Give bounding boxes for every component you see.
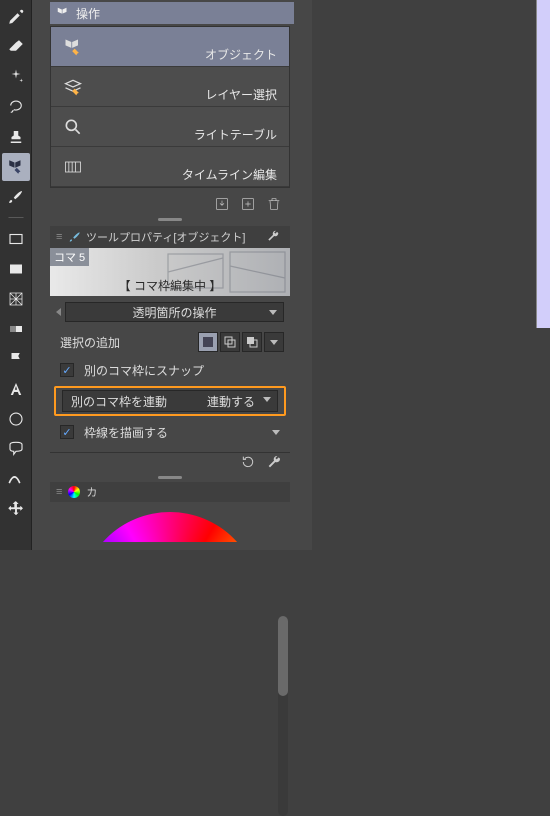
operation-icon	[56, 6, 70, 20]
tool-property-title: ツールプロパティ[オブジェクト]	[86, 229, 245, 245]
canvas-edge[interactable]	[536, 0, 550, 328]
subtool-panel: オブジェクト レイヤー選択 ライトテーブル タイムライン編集	[50, 26, 290, 188]
subtool-footer-buttons	[50, 194, 290, 216]
link-other-frame-row: 別のコマ枠を連動 連動する	[54, 386, 286, 416]
color-wheel-panel	[50, 502, 290, 542]
expand-icon[interactable]	[56, 308, 61, 316]
tool-header-label: 操作	[76, 5, 100, 22]
tool-eraser[interactable]	[2, 33, 30, 61]
select-new-button[interactable]	[198, 332, 218, 352]
subtool-label: オブジェクト	[87, 46, 281, 66]
middle-column: 操作 オブジェクト レイヤー選択 ライトテーブル タイムライン編集 ≡ ツールプ…	[32, 0, 312, 550]
tool-rect-fill[interactable]	[2, 255, 30, 283]
tool-rect[interactable]	[2, 225, 30, 253]
object-icon	[59, 33, 87, 61]
canvas-area	[312, 0, 550, 550]
color-wheel[interactable]	[80, 512, 260, 542]
property-body: 透明箇所の操作 選択の追加 別のコマ枠にスナップ 別のコマ枠を連動 連動する	[50, 296, 290, 448]
tool-header: 操作	[50, 2, 294, 24]
wrench-icon[interactable]	[266, 229, 284, 246]
draw-border-label: 枠線を描画する	[80, 424, 284, 441]
select-menu-button[interactable]	[264, 332, 284, 352]
preview-caption: 【 コマ枠編集中 】	[50, 277, 290, 294]
drag-handle-icon: ≡	[56, 486, 62, 498]
tool-flag[interactable]	[2, 345, 30, 373]
select-add-button[interactable]	[220, 332, 240, 352]
tool-eyedropper[interactable]	[2, 3, 30, 31]
subtool-light-table[interactable]: ライトテーブル	[51, 107, 289, 147]
select-sub-button[interactable]	[242, 332, 262, 352]
chevron-down-icon	[269, 310, 277, 315]
brush-icon	[68, 230, 82, 244]
subtool-timeline-edit[interactable]: タイムライン編集	[51, 147, 289, 187]
tool-operation[interactable]	[2, 153, 30, 181]
dropdown-value: 透明箇所の操作	[132, 304, 216, 321]
preview-thumbnail: コマ 5 【 コマ枠編集中 】	[50, 248, 290, 296]
tool-gradient[interactable]	[2, 315, 30, 343]
scrollbar[interactable]	[278, 616, 288, 816]
tool-stamp[interactable]	[2, 123, 30, 151]
link-other-frame-dropdown[interactable]: 別のコマ枠を連動 連動する	[62, 390, 278, 412]
import-icon[interactable]	[214, 196, 230, 215]
tool-divider	[2, 213, 30, 223]
timeline-icon	[59, 153, 87, 181]
reset-icon[interactable]	[240, 454, 256, 473]
link-other-frame-label: 別のコマ枠を連動	[63, 393, 207, 410]
chevron-down-icon	[270, 340, 278, 345]
color-wheel-icon	[68, 486, 80, 498]
subtool-layer-select[interactable]: レイヤー選択	[51, 67, 289, 107]
scrollbar-thumb[interactable]	[278, 616, 288, 696]
chevron-down-icon[interactable]	[272, 430, 280, 435]
preview-tag: コマ 5	[50, 248, 89, 266]
color-palette-tabbar[interactable]: ≡ カ	[50, 482, 290, 502]
add-selection-label: 選択の追加	[56, 334, 198, 351]
selection-mode-buttons	[198, 332, 284, 352]
duplicate-icon[interactable]	[240, 196, 256, 215]
draw-border-checkbox[interactable]	[60, 425, 74, 439]
drag-handle-icon: ≡	[56, 231, 64, 243]
tool-move[interactable]	[2, 495, 30, 523]
tool-text[interactable]	[2, 375, 30, 403]
splitter-handle[interactable]	[50, 474, 290, 480]
tool-mesh[interactable]	[2, 285, 30, 313]
subtool-label: ライトテーブル	[87, 126, 281, 146]
subtool-label: タイムライン編集	[87, 166, 281, 186]
subtool-object[interactable]: オブジェクト	[51, 27, 289, 67]
settings-wrench-icon[interactable]	[266, 454, 282, 473]
left-tool-strip	[0, 0, 32, 550]
tool-brush[interactable]	[2, 183, 30, 211]
link-other-frame-value: 連動する	[207, 393, 277, 410]
tool-balloon[interactable]	[2, 435, 30, 463]
layer-select-icon	[59, 73, 87, 101]
color-tab-label: カ	[86, 484, 97, 500]
light-table-icon	[59, 113, 87, 141]
tool-circle[interactable]	[2, 405, 30, 433]
snap-other-frame-checkbox[interactable]	[60, 363, 74, 377]
tool-lasso[interactable]	[2, 93, 30, 121]
splitter-handle[interactable]	[50, 216, 290, 222]
trash-icon[interactable]	[266, 196, 282, 215]
tool-sparkle[interactable]	[2, 63, 30, 91]
property-footer	[50, 452, 290, 474]
tool-property-titlebar[interactable]: ≡ ツールプロパティ[オブジェクト]	[50, 226, 290, 248]
tool-correct[interactable]	[2, 465, 30, 493]
chevron-down-icon	[263, 397, 271, 402]
transparent-operation-dropdown[interactable]: 透明箇所の操作	[65, 302, 284, 322]
subtool-label: レイヤー選択	[87, 86, 281, 106]
snap-other-frame-label: 別のコマ枠にスナップ	[80, 362, 284, 379]
